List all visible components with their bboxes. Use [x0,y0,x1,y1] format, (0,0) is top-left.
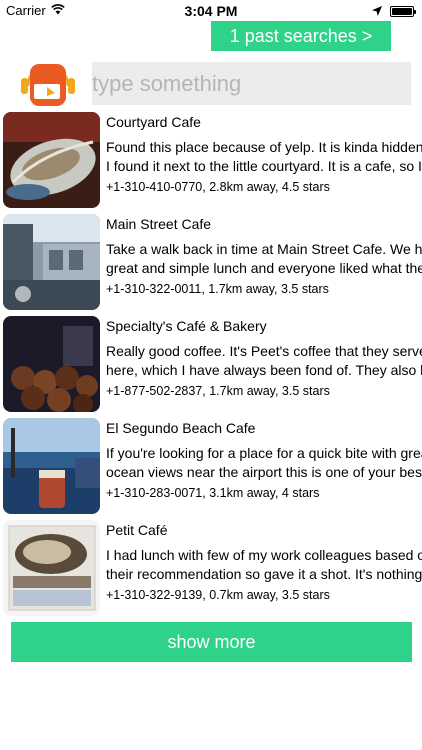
cafe-name: Courtyard Cafe [106,114,201,130]
show-more-button[interactable]: show more [11,622,412,662]
list-item[interactable]: Specialty's Café & Bakery Really good co… [0,314,422,414]
list-item[interactable]: El Segundo Beach Cafe If you're looking … [0,416,422,516]
cafe-description-line: Take a walk back in time at Main Street … [106,241,422,257]
cafe-name: El Segundo Beach Cafe [106,420,256,436]
cafe-description: I had lunch with few of my work colleagu… [106,546,422,584]
cafe-description-line: here, which I have always been fond of. … [106,362,422,378]
cafe-description: Really good coffee. It's Peet's coffee t… [106,342,422,380]
battery-icon [390,6,416,17]
status-bar: Carrier 3:04 PM [0,0,422,22]
location-arrow-icon [372,4,382,19]
cafe-name: Specialty's Café & Bakery [106,318,267,334]
status-time: 3:04 PM [184,3,238,19]
cafe-name: Main Street Cafe [106,216,212,232]
cafe-meta: +1-310-322-0011, 1.7km away, 3.5 stars [106,282,329,296]
radio-headphones-logo-icon[interactable] [20,60,76,108]
list-item[interactable]: Petit Café I had lunch with few of my wo… [0,518,422,618]
status-right [372,4,416,19]
cafe-description: Take a walk back in time at Main Street … [106,240,422,278]
cafe-photo [3,214,100,310]
cafe-description-line: If you're looking for a place for a quic… [106,445,422,461]
cafe-description-line: I had lunch with few of my work colleagu… [106,547,422,563]
cafe-description: Found this place because of yelp. It is … [106,138,422,176]
cafe-meta: +1-310-410-0770, 2.8km away, 4.5 stars [106,180,330,194]
cafe-description-line: ocean views near the airport this is one… [106,464,422,480]
cafe-photo [3,520,100,616]
cafe-description-line: Really good coffee. It's Peet's coffee t… [106,343,422,359]
cafe-meta: +1-310-283-0071, 3.1km away, 4 stars [106,486,320,500]
cafe-description-line: I found it next to the little courtyard.… [106,158,422,174]
cafe-meta: +1-877-502-2837, 1.7km away, 3.5 stars [106,384,330,398]
cafe-description-line: their recommendation so gave it a shot. … [106,566,422,582]
cafe-photo [3,418,100,514]
search-input[interactable]: type something [92,62,411,105]
list-item[interactable]: Main Street Cafe Take a walk back in tim… [0,212,422,312]
cafe-meta: +1-310-322-9139, 0.7km away, 3.5 stars [106,588,330,602]
past-searches-button[interactable]: 1 past searches > [211,21,391,51]
cafe-photo [3,112,100,208]
cafe-photo [3,316,100,412]
cafe-description-line: great and simple lunch and everyone like… [106,260,422,276]
cafe-description-line: Found this place because of yelp. It is … [106,139,422,155]
cafe-name: Petit Café [106,522,168,538]
cafe-description: If you're looking for a place for a quic… [106,444,422,482]
list-item[interactable]: Courtyard Cafe Found this place because … [0,110,422,210]
